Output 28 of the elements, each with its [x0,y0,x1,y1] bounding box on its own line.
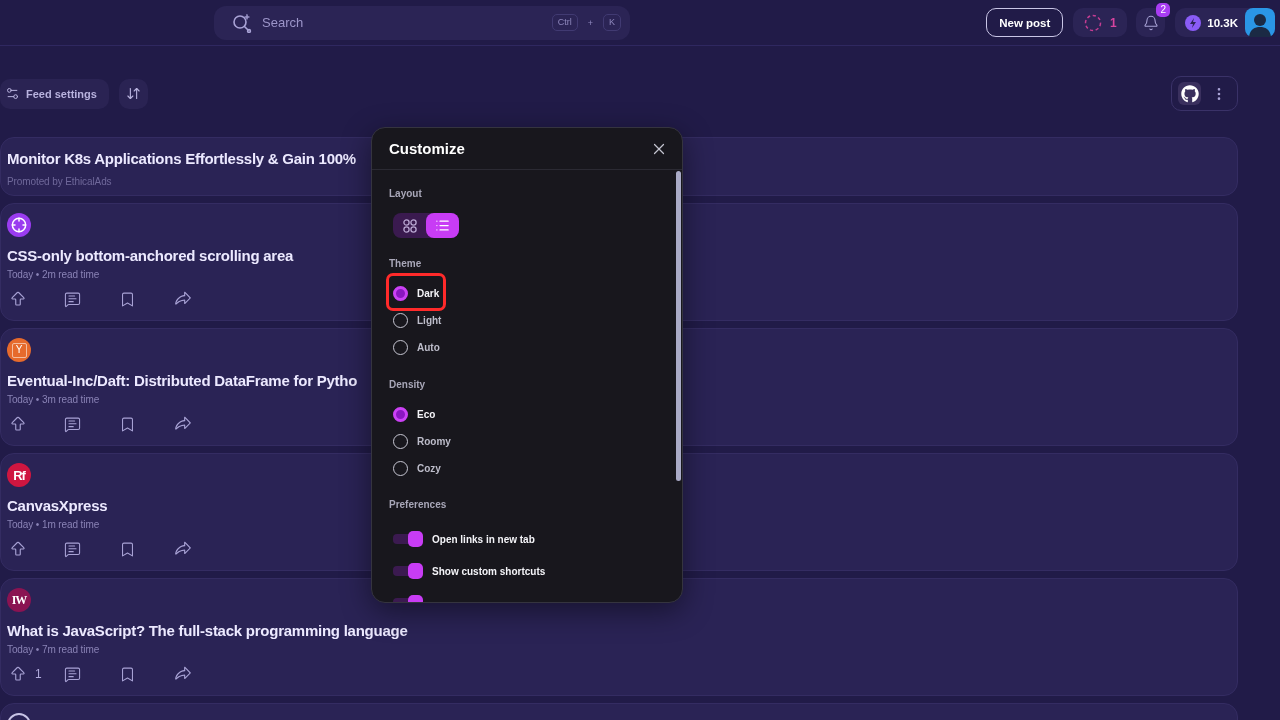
section-label: Preferences [389,499,447,511]
section-label: Theme [389,258,422,270]
post-title: What is JavaScript? The full-stack programming language [7,622,408,640]
radio-label: Light [417,315,442,326]
post-meta: Today • 3m read time [7,394,100,406]
ad-title: Monitor K8s Applications Effortlessly & Gain 100% [7,150,356,168]
dialog-title: Customize [389,140,465,157]
upvote-count: 1 [35,667,42,681]
post-title: CanvasXpress [7,497,108,515]
post-meta: Today • 2m read time [7,269,100,281]
radio-label: Auto [417,342,440,353]
section-label: Layout [389,188,422,200]
notification-badge: 2 [1156,3,1171,17]
toggle-label: Open links in new tab [432,533,535,545]
radio-label: Dark [417,288,440,299]
post-meta: Today • 7m read time [7,644,100,656]
section-label: Density [389,379,426,391]
radio-label: Roomy [417,436,451,447]
keyboard-key: Ctrl [551,14,578,31]
radio-label: Eco [417,409,436,420]
post-meta: Today • 1m read time [7,519,100,531]
key-joiner: + [587,17,593,28]
radio-label: Cozy [417,463,441,474]
promoted-label: Promoted by EthicalAds [7,176,112,188]
keyboard-key: K [603,14,621,31]
post-title: CSS-only bottom-anchored scrolling area [7,247,294,265]
post-title: Eventual-Inc/Daft: Distributed DataFrame for Pytho [7,372,358,390]
toggle-label: Show custom shortcuts [432,565,546,577]
